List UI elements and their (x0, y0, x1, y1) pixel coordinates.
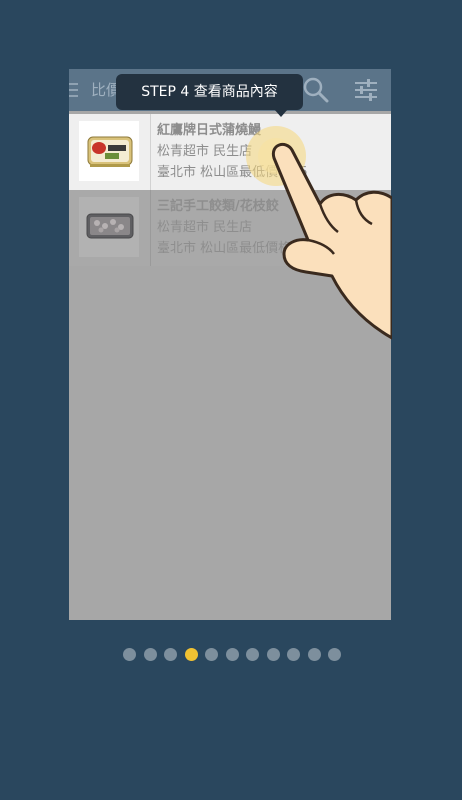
page-dot[interactable] (123, 648, 136, 661)
divider (150, 190, 151, 266)
product-thumbnail (79, 197, 139, 257)
page-dot[interactable] (328, 648, 341, 661)
page-dot[interactable] (164, 648, 177, 661)
tooltip-arrow (274, 109, 288, 117)
page-dot[interactable] (307, 648, 321, 661)
page-dot[interactable] (225, 648, 239, 661)
page-dot[interactable] (143, 648, 157, 661)
eel-can-image (87, 136, 133, 167)
page-indicator (123, 648, 343, 664)
page-dot[interactable] (266, 648, 280, 661)
page-dot[interactable] (246, 648, 259, 661)
filter-sliders-icon[interactable] (354, 78, 378, 102)
step-tooltip: STEP 4 查看商品內容 (116, 74, 303, 110)
search-icon[interactable] (303, 77, 329, 103)
page-dot-active[interactable] (184, 648, 198, 661)
dumplings-tray-image (86, 213, 134, 239)
product-thumbnail (79, 121, 139, 181)
page-dot[interactable] (287, 648, 300, 661)
page-dot[interactable] (205, 648, 218, 661)
divider (150, 114, 151, 190)
menu-icon[interactable] (69, 83, 78, 97)
pointing-hand-icon (246, 126, 392, 340)
